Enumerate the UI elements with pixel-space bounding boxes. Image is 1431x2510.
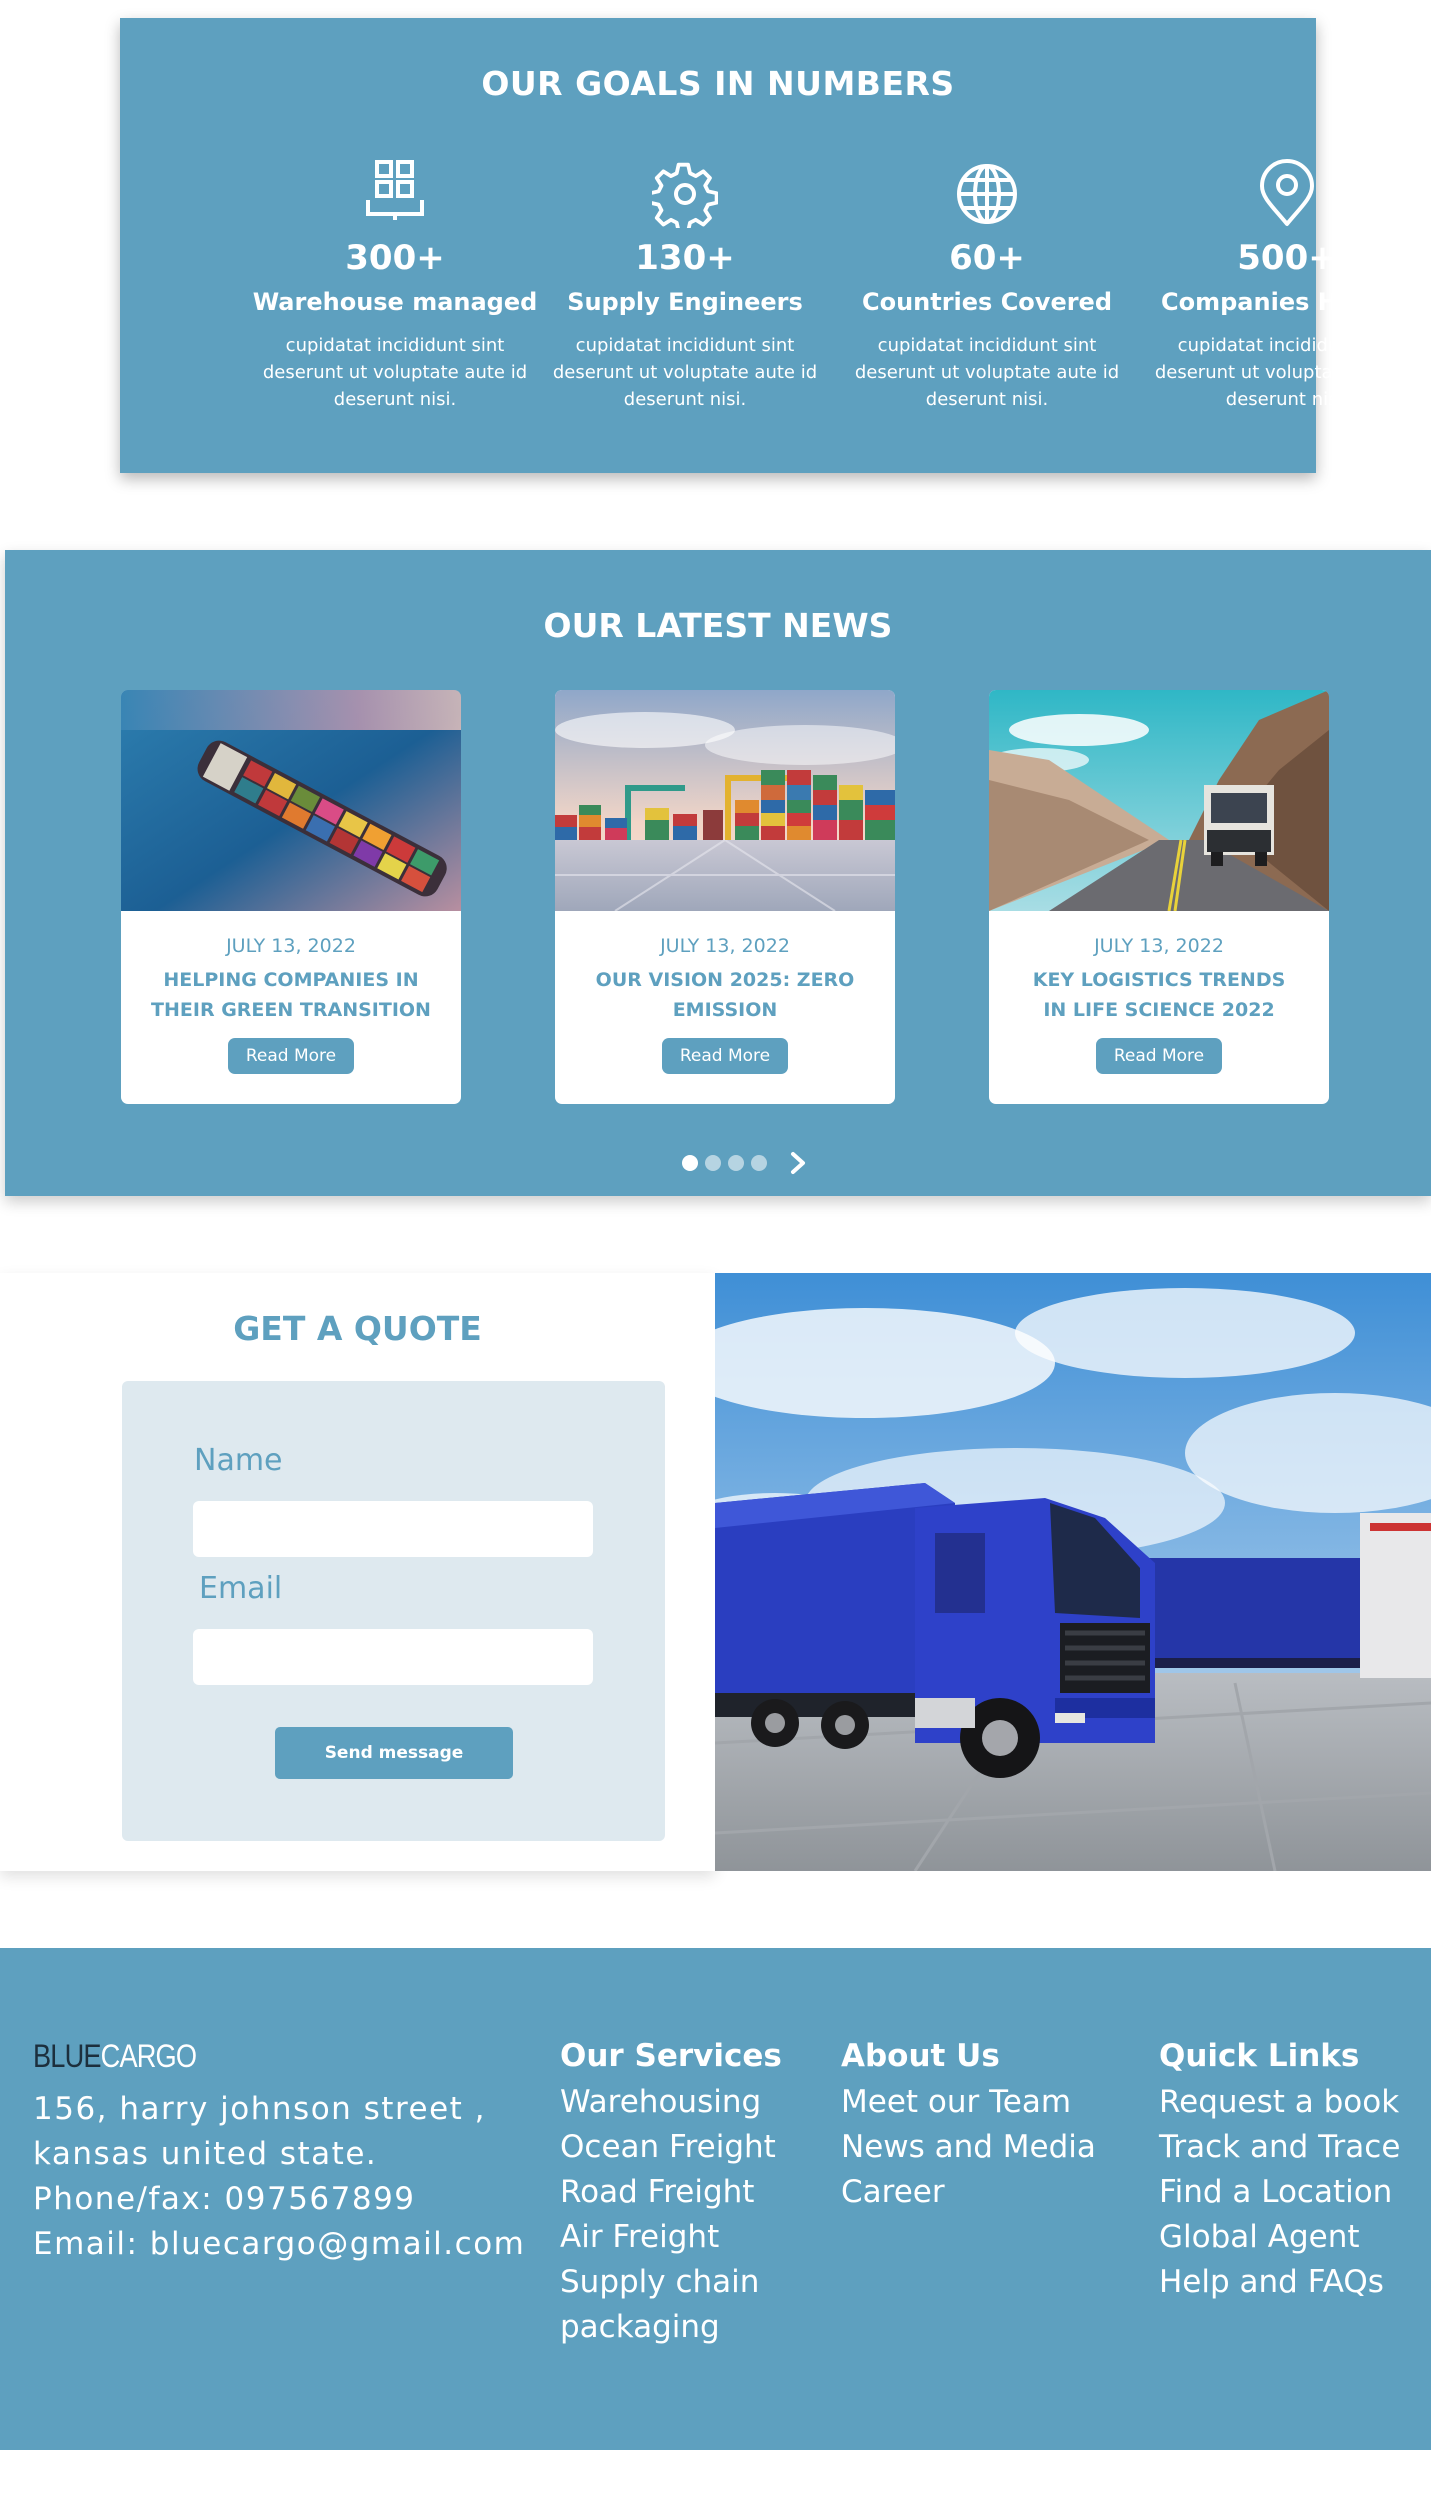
read-more-button[interactable]: Read More [1095, 1038, 1223, 1074]
read-more-button[interactable]: Read More [661, 1038, 789, 1074]
footer-link[interactable]: Track and Trace [1159, 2125, 1400, 2170]
news-date: JULY 13, 2022 [226, 935, 356, 957]
goal-item-countries: 60+ Countries Covered cupidatat incididu… [842, 158, 1132, 413]
quote-title: GET A QUOTE [233, 1309, 482, 1348]
footer-heading: Our Services [560, 2038, 782, 2074]
goals-title: OUR GOALS IN NUMBERS [481, 64, 955, 103]
news-date: JULY 13, 2022 [1094, 935, 1224, 957]
send-message-button[interactable]: Send message [275, 1727, 513, 1779]
location-pin-icon [1260, 159, 1314, 226]
news-card: JULY 13, 2022 HELPING COMPANIES IN THEIR… [121, 690, 461, 1104]
news-headline[interactable]: HELPING COMPANIES IN THEIR GREEN TRANSIT… [151, 965, 431, 1025]
footer-link[interactable]: Supply chain [560, 2260, 782, 2305]
carousel-dot[interactable] [705, 1155, 721, 1171]
gear-icon [652, 162, 718, 228]
footer-services: Our Services Warehousing Ocean Freight R… [560, 2038, 782, 2350]
goal-item-engineers: 130+ Supply Engineers cupidatat incididu… [540, 158, 830, 413]
news-headline[interactable]: KEY LOGISTICS TRENDS IN LIFE SCIENCE 202… [1019, 965, 1299, 1025]
goal-description: cupidatat incididunt sint deserunt ut vo… [552, 335, 818, 410]
footer-link[interactable]: Ocean Freight [560, 2125, 782, 2170]
goal-label: Companies Helped [1161, 288, 1413, 316]
news-card: JULY 13, 2022 KEY LOGISTICS TRENDS IN LI… [989, 690, 1329, 1104]
logo-blue: BLUE [33, 2038, 102, 2074]
warehouse-grid-icon [366, 160, 424, 220]
goal-number: 130+ [635, 238, 735, 278]
goal-label: Supply Engineers [567, 288, 803, 316]
footer-link[interactable]: Career [841, 2170, 1096, 2215]
phone-text: Phone/fax: 097567899 [33, 2181, 416, 2217]
news-date: JULY 13, 2022 [660, 935, 790, 957]
carousel-dot[interactable] [751, 1155, 767, 1171]
footer-about: About Us Meet our Team News and Media Ca… [841, 2038, 1096, 2215]
logo-cargo: CARGO [100, 2038, 197, 2074]
goal-number: 500+ [1237, 238, 1337, 278]
goal-description: cupidatat incididunt sint deserunt ut vo… [854, 335, 1120, 410]
footer-quick-links: Quick Links Request a book Track and Tra… [1159, 2038, 1400, 2305]
news-card: JULY 13, 2022 OUR VISION 2025: ZERO EMIS… [555, 690, 895, 1104]
address-line: 156, harry johnson street , [33, 2091, 487, 2127]
footer-link[interactable]: Road Freight [560, 2170, 782, 2215]
goal-description: cupidatat incididunt sint deserunt ut vo… [262, 335, 528, 410]
footer-link[interactable]: Find a Location [1159, 2170, 1400, 2215]
goal-number: 300+ [345, 238, 445, 278]
footer-link[interactable]: Warehousing [560, 2080, 782, 2125]
goal-number: 60+ [949, 238, 1025, 278]
footer: BLUECARGO 156, harry johnson street , ka… [0, 1948, 1431, 2450]
footer-link[interactable]: packaging [560, 2305, 782, 2350]
footer-link[interactable]: Help and FAQs [1159, 2260, 1400, 2305]
footer-link[interactable]: Air Freight [560, 2215, 782, 2260]
goal-item-warehouse: 300+ Warehouse managed cupidatat incidid… [250, 158, 540, 413]
chevron-right-icon[interactable] [789, 1151, 807, 1175]
footer-link[interactable]: Global Agent [1159, 2215, 1400, 2260]
quote-section: GET A QUOTE Name Email Send message [0, 1273, 715, 1871]
carousel-dot[interactable] [728, 1155, 744, 1171]
news-headline[interactable]: OUR VISION 2025: ZERO EMISSION [585, 965, 865, 1025]
email-label: Email [199, 1571, 283, 1606]
footer-heading: About Us [841, 2038, 1000, 2074]
news-title: OUR LATEST NEWS [543, 606, 893, 645]
carousel-dot[interactable] [682, 1155, 698, 1171]
address-line: kansas united state. [33, 2136, 378, 2172]
container-port-image [555, 690, 895, 911]
footer-link[interactable]: News and Media [841, 2125, 1096, 2170]
email-text: Email: bluecargo@gmail.com [33, 2226, 526, 2262]
quote-form: Name Email Send message [122, 1381, 665, 1841]
footer-link[interactable]: Meet our Team [841, 2080, 1096, 2125]
news-section: OUR LATEST NEWS JULY 13, 2022 HELPING CO… [5, 550, 1431, 1196]
goals-section: OUR GOALS IN NUMBERS 300+ Warehouse mana… [120, 18, 1419, 473]
goal-label: Countries Covered [861, 288, 1113, 316]
globe-icon [957, 164, 1017, 224]
truck-road-image [989, 690, 1329, 911]
footer-link[interactable]: Request a book [1159, 2080, 1400, 2125]
read-more-button[interactable]: Read More [227, 1038, 355, 1074]
goal-item-companies: 500+ Companies Helped cupidatat incididu… [1142, 158, 1431, 413]
brand-logo[interactable]: BLUECARGO [33, 2038, 197, 2075]
footer-heading: Quick Links [1159, 2038, 1360, 2074]
name-label: Name [194, 1443, 283, 1478]
goal-description: cupidatat incididunt sint deserunt ut vo… [1154, 335, 1420, 410]
email-field[interactable] [193, 1629, 593, 1685]
goal-label: Warehouse managed [252, 288, 538, 316]
name-field[interactable] [193, 1501, 593, 1557]
truck-photo [715, 1273, 1431, 1871]
cargo-ship-image [121, 690, 461, 911]
